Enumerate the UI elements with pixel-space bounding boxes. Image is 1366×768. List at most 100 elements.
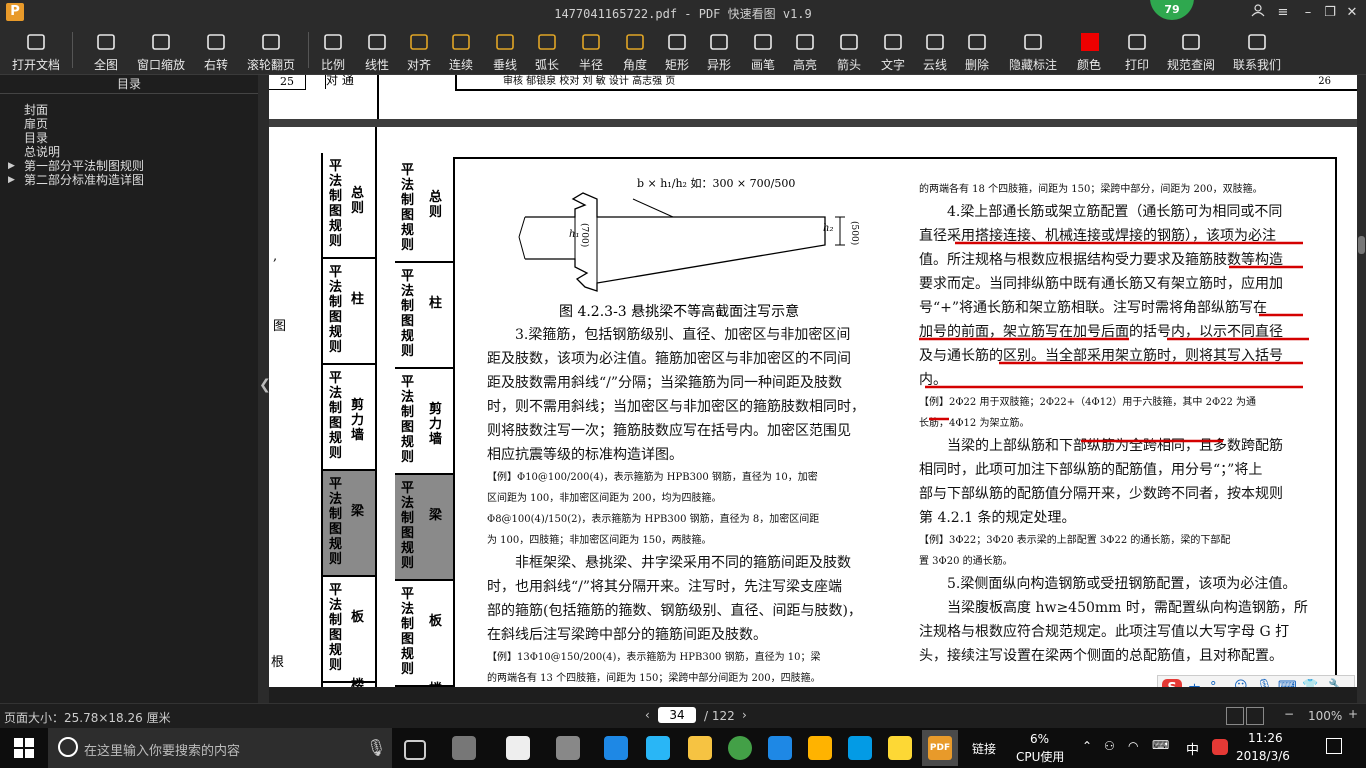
chapter-tab-sub: 楼 [351, 678, 365, 687]
tools-icon[interactable]: 🔧 [1328, 679, 1344, 687]
file-explorer-icon[interactable] [688, 736, 712, 760]
ime-lang[interactable]: 中 [1188, 680, 1201, 687]
toolbar-button-text[interactable]: 文字 [878, 26, 908, 74]
minimize-icon[interactable]: – [1298, 3, 1318, 23]
toolbar-button-zoom[interactable]: 窗口缩放 [136, 26, 186, 74]
g-app-icon[interactable] [768, 736, 792, 760]
toolbar-button-linear[interactable]: 线性 [362, 26, 392, 74]
restore-icon[interactable]: ❐ [1320, 3, 1340, 23]
toolbar-button-perpendicular[interactable]: 垂线 [490, 26, 520, 74]
toolbar-button-scale[interactable]: 比例 [318, 26, 348, 74]
toolbar-button-rect[interactable]: 矩形 [662, 26, 692, 74]
toolbar-button-rotate[interactable]: 右转 [202, 26, 230, 74]
toc-item-cover[interactable]: 封面 [24, 103, 48, 117]
chapter-tab-sub: 总则 [351, 186, 365, 216]
app-spiral-icon[interactable] [556, 736, 580, 760]
notes-icon[interactable] [808, 736, 832, 760]
toolbar-button-print[interactable]: 打印 [1122, 26, 1152, 74]
toolbar-button-arrow[interactable]: 箭头 [834, 26, 864, 74]
emoji-icon[interactable]: ☺ [1234, 679, 1248, 687]
close-icon[interactable]: ✕ [1342, 3, 1362, 23]
prev-page-icon[interactable]: ‹ [645, 708, 650, 722]
toolbar-button-eye[interactable]: 隐藏标注 [1008, 26, 1058, 74]
mic-icon[interactable]: 🎙 [366, 738, 386, 757]
wifi-icon[interactable]: ◠ [1128, 739, 1138, 753]
toc-item-part2[interactable]: 第二部分标准构造详图 [24, 173, 144, 187]
windows-start-icon[interactable] [14, 738, 34, 758]
next-page-icon[interactable]: › [742, 708, 747, 722]
toolbar-button-polygon[interactable]: 异形 [704, 26, 734, 74]
punct-icon[interactable]: °, [1210, 680, 1221, 687]
body-text-line: 相应抗震等级的标准构造详图。 [487, 447, 683, 463]
scrollbar-thumb[interactable] [1358, 236, 1365, 254]
toolbar-button-label: 窗口缩放 [136, 58, 185, 72]
toolbar-button-angle[interactable]: 角度 [620, 26, 650, 74]
search-placeholder[interactable]: 在这里输入你要搜索的内容 [84, 740, 240, 759]
360-browser-icon[interactable] [728, 736, 752, 760]
mic-icon[interactable]: 🎙 [1256, 679, 1273, 687]
example-text-line: 置 3Φ20 的通长筋。 [919, 556, 1013, 567]
clock-date[interactable]: 2018/3/6 [1236, 749, 1290, 763]
vertical-scrollbar[interactable] [1357, 75, 1366, 703]
notification-icon[interactable] [1326, 738, 1342, 754]
toolbar-button-color[interactable]: 颜色 [1074, 26, 1104, 74]
document-view[interactable]: 25 对 通 审核 郁银泉 校对 刘 敏 设计 高志强 页 26 , 图 根 平… [269, 75, 1357, 687]
h2-label: h₂ [823, 223, 834, 234]
ie-blue-icon[interactable] [646, 736, 670, 760]
toolbar-button-book[interactable]: 规范查阅 [1166, 26, 1216, 74]
example-text-line: 的两端各有 13 个四肢箍，间距为 150；梁跨中部分间距为 200，四肢箍。 [487, 673, 821, 684]
skin-icon[interactable]: 👕 [1302, 679, 1318, 687]
edge-icon[interactable] [604, 736, 628, 760]
sogou-tray-icon[interactable] [1212, 739, 1228, 755]
zoom-out-icon[interactable]: − [1284, 707, 1294, 721]
user-icon[interactable] [1248, 3, 1268, 23]
toc-item-general[interactable]: 总说明 [24, 145, 60, 159]
toolbar-button-highlight[interactable]: 高亮 [790, 26, 820, 74]
toolbar-button-cloud[interactable]: 云线 [920, 26, 950, 74]
input-lang[interactable]: 中 [1186, 739, 1199, 758]
sogou-logo-icon[interactable]: S [1162, 679, 1182, 687]
keyboard-tray-icon[interactable]: ⌨ [1152, 738, 1169, 752]
expand-arrow-icon[interactable]: ▶ [8, 161, 15, 171]
double-page-icon[interactable] [1246, 707, 1264, 725]
zoom-in-icon[interactable]: + [1348, 707, 1358, 721]
puzzle-icon[interactable] [848, 736, 872, 760]
task-view-icon[interactable] [404, 740, 426, 760]
ime-toolbar[interactable]: S 中 °, ☺ 🎙 ⌨ 👕 🔧 [1157, 675, 1355, 687]
toolbar-button-folder[interactable]: 打开文档 [12, 26, 60, 74]
toolbar-button-arc[interactable]: 弧长 [532, 26, 562, 74]
link-label[interactable]: 链接 [972, 740, 996, 757]
clock-time[interactable]: 11:26 [1248, 731, 1283, 745]
toolbar-button-mouse[interactable]: 滚轮翻页 [246, 26, 296, 74]
toc-item-flyleaf[interactable]: 扉页 [24, 117, 48, 131]
cpu-label: CPU使用 [1016, 750, 1065, 764]
page-input[interactable]: 34 [658, 707, 696, 723]
toolbar-button-continuous[interactable]: 连续 [446, 26, 476, 74]
sidebar-collapse-toggle[interactable]: ❮ [258, 75, 271, 703]
menu-icon[interactable]: ≡ [1273, 3, 1293, 23]
ie-icon[interactable] [506, 736, 530, 760]
pdf-viewer-task[interactable]: PDF [922, 730, 958, 766]
body-text-line: 直径采用搭接连接、机械连接或焊接的钢筋），该项为必注 [919, 228, 1276, 244]
toolbar-button-label: 高亮 [792, 58, 817, 72]
toolbar-button-fit[interactable]: 全图 [90, 26, 122, 74]
toolbar-button-pen[interactable]: 画笔 [748, 26, 778, 74]
body-text-line: 部与下部纵筋的配筋值分隔开来，少数跨不同者，按本规则 [919, 486, 1283, 502]
cortana-icon[interactable] [58, 737, 78, 757]
toc-item-contents[interactable]: 目录 [24, 131, 48, 145]
app-pinwheel-icon[interactable] [452, 736, 476, 760]
help-icon[interactable] [888, 736, 912, 760]
toolbar-button-eraser[interactable]: 删除 [962, 26, 992, 74]
toolbar-button-contact[interactable]: 联系我们 [1232, 26, 1282, 74]
search-box[interactable]: 在这里输入你要搜索的内容 🎙 [48, 728, 392, 768]
toc-item-part1[interactable]: 第一部分平法制图规则 [24, 159, 144, 173]
toolbar-button-align[interactable]: 对齐 [404, 26, 434, 74]
keyboard-icon[interactable]: ⌨ [1278, 679, 1297, 687]
tray-people-icon[interactable]: ⚇ [1104, 739, 1115, 753]
toolbar-button-label: 角度 [622, 58, 647, 72]
toolbar-button-label: 箭头 [836, 58, 861, 72]
single-page-icon[interactable] [1226, 707, 1244, 725]
toolbar-button-radius[interactable]: 半径 [576, 26, 606, 74]
expand-arrow-icon[interactable]: ▶ [8, 175, 15, 185]
tray-chevron-icon[interactable]: ⌃ [1082, 739, 1092, 753]
